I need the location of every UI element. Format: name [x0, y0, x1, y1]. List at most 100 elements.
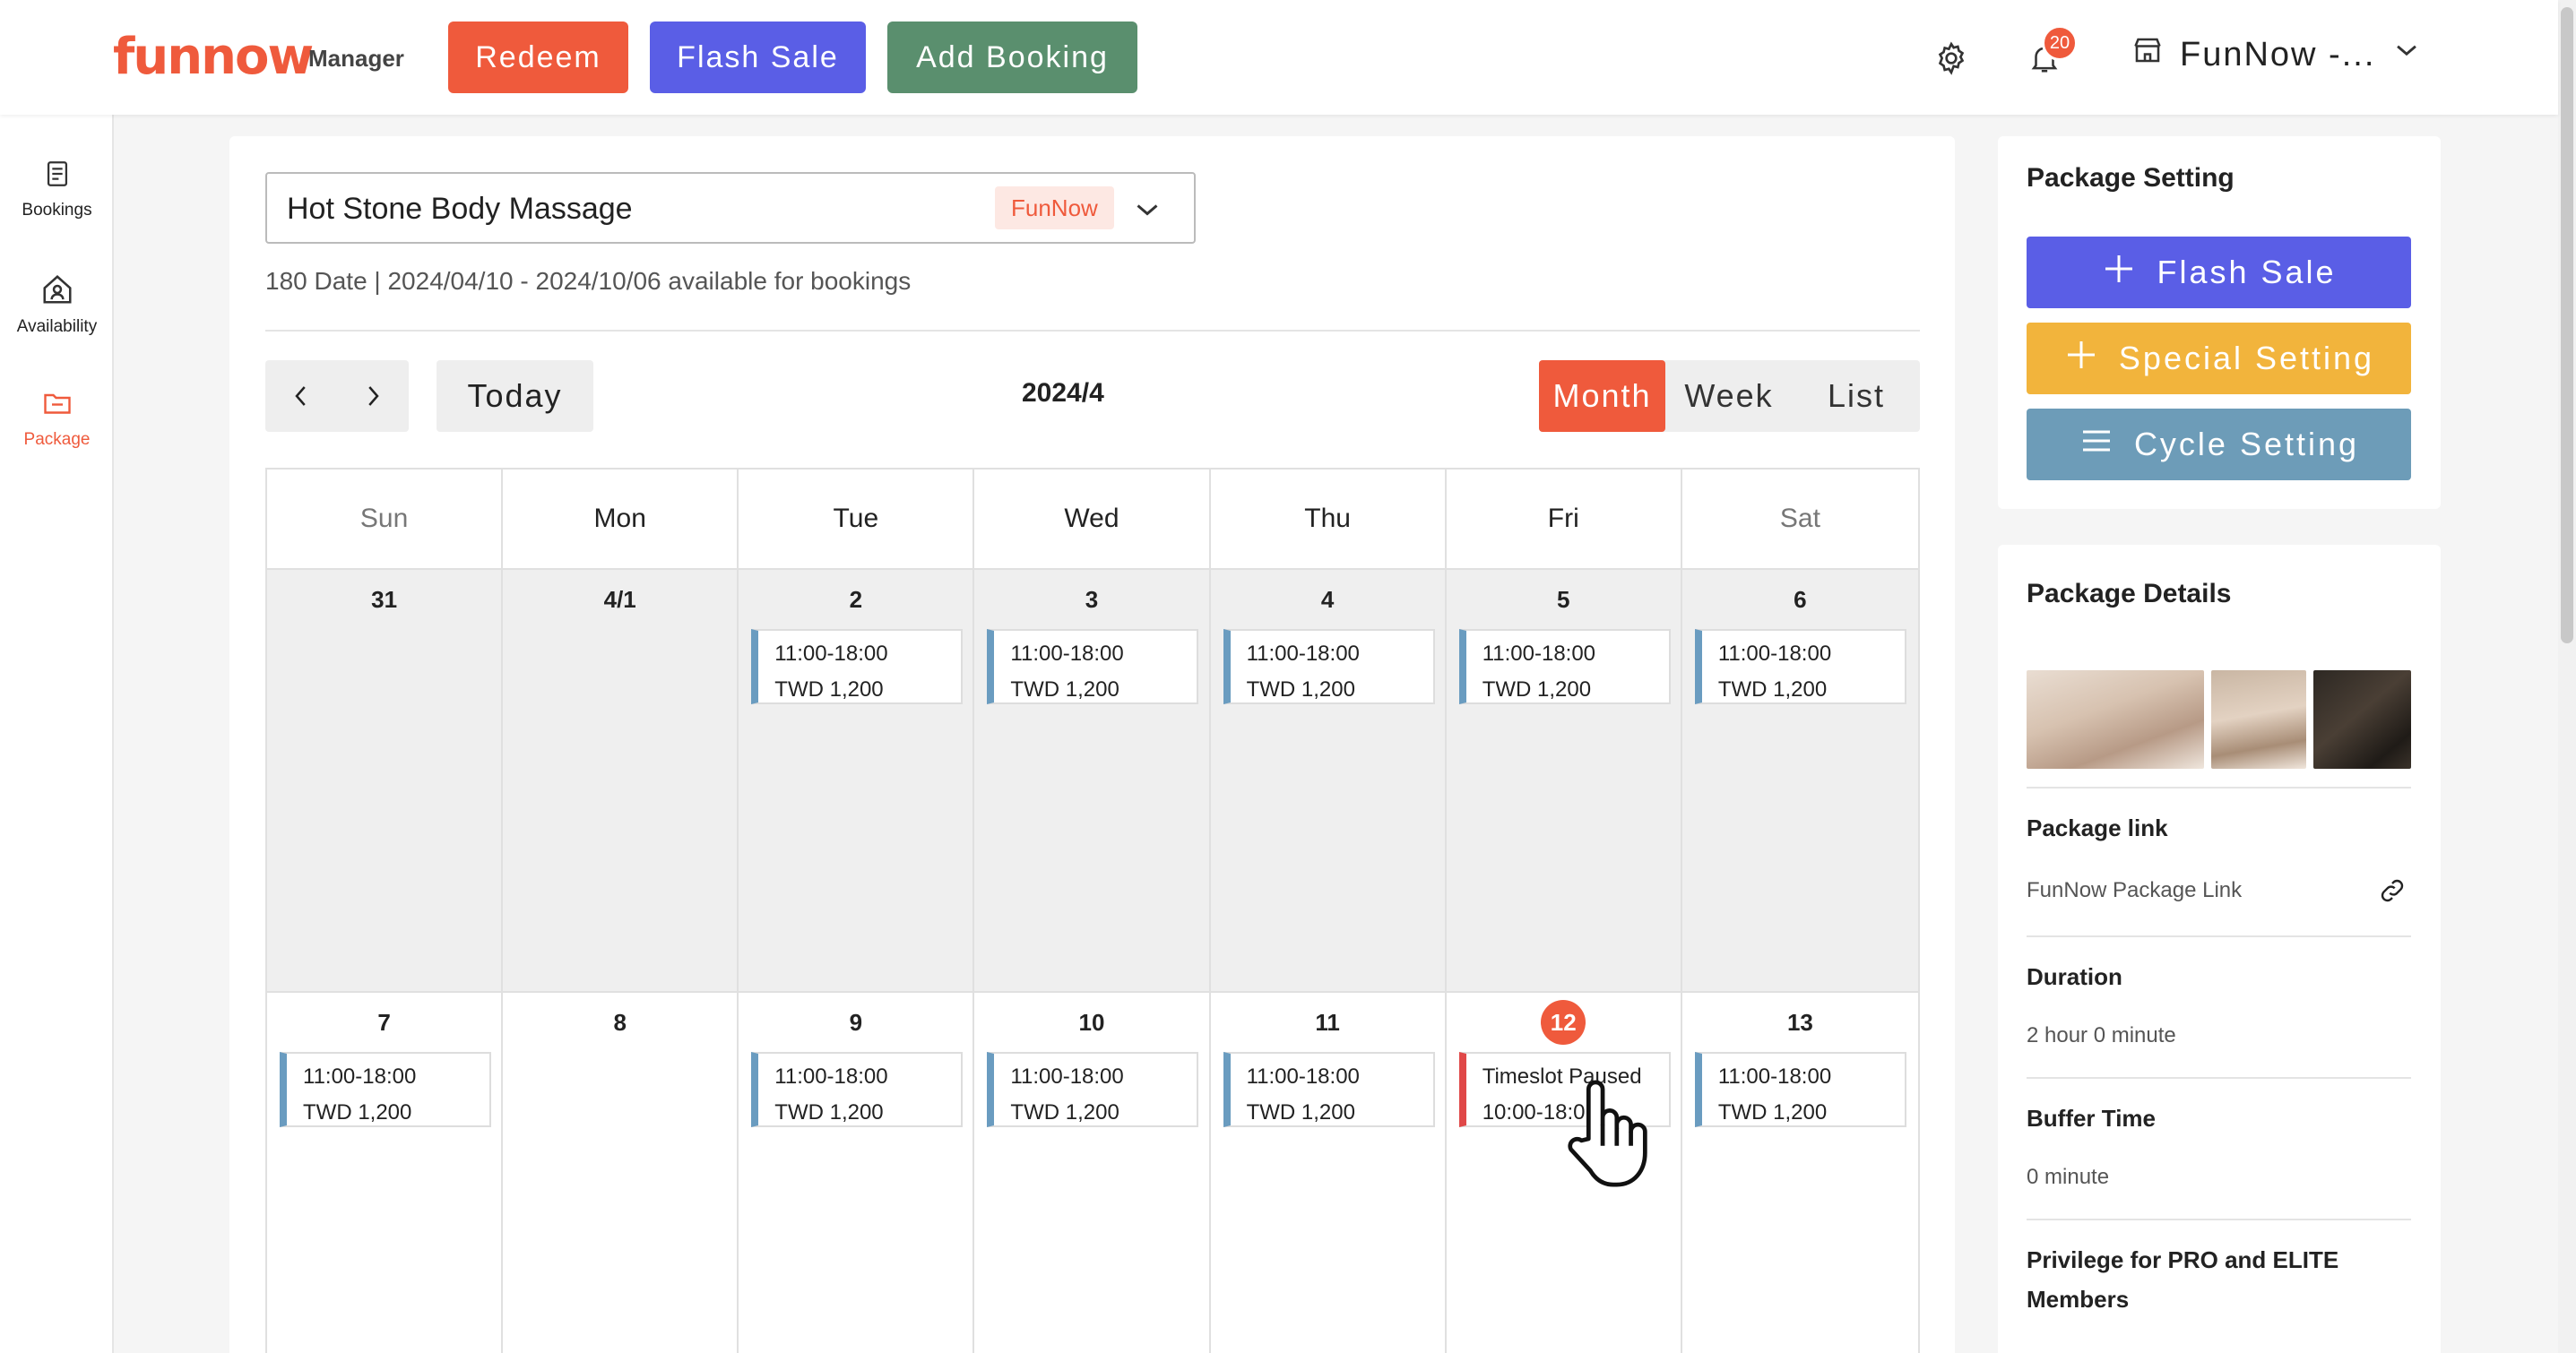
gear-icon[interactable]: [1929, 36, 1974, 81]
divider: [2027, 1219, 2411, 1220]
add-booking-button[interactable]: Add Booking: [887, 22, 1137, 93]
today-date-badge: 12: [1541, 1000, 1586, 1045]
calendar-day-cell[interactable]: 4 11:00-18:00 TWD 1,200: [1210, 568, 1447, 991]
availability-note: 180 Date | 2024/04/10 - 2024/10/06 avail…: [265, 267, 912, 295]
weekday-header: Thu: [1211, 470, 1447, 568]
timeslot-event[interactable]: 11:00-18:00 TWD 1,200: [1223, 1052, 1435, 1127]
timeslot-line: 11:00-18:00: [1717, 642, 1832, 666]
calendar-day-cell[interactable]: 8: [503, 991, 739, 1353]
calendar-day-cell[interactable]: 13 11:00-18:00 TWD 1,200: [1681, 991, 1918, 1353]
weekday-header: Sun: [267, 470, 504, 568]
calendar-day-cell[interactable]: 4/1: [503, 568, 739, 991]
timeslot-event[interactable]: 11:00-18:00 TWD 1,200: [751, 1052, 964, 1127]
day-number: 11: [1315, 1009, 1340, 1036]
calendar-card: Hot Stone Body Massage FunNow 180 Date |…: [229, 136, 1955, 1353]
scrollbar-thumb[interactable]: [2561, 7, 2573, 643]
timeslot-line: TWD 1,200: [1246, 677, 1355, 702]
timeslot-line: 11:00-18:00: [1010, 1064, 1124, 1089]
day-number: 5: [1557, 586, 1570, 613]
notification-badge: 20: [2042, 25, 2078, 61]
package-setting-title: Package Setting: [2027, 163, 2235, 193]
timeslot-line: 11:00-18:00: [303, 1064, 417, 1089]
package-photo[interactable]: [2027, 670, 2204, 769]
redeem-button[interactable]: Redeem: [448, 22, 628, 93]
button-label: Flash Sale: [2157, 254, 2337, 290]
calendar-day-cell[interactable]: 11 11:00-18:00 TWD 1,200: [1210, 991, 1447, 1353]
sidebar-item-availability[interactable]: Availability: [0, 272, 114, 337]
calendar-day-cell[interactable]: 6 11:00-18:00 TWD 1,200: [1681, 568, 1918, 991]
flash-sale-button[interactable]: Flash Sale: [650, 22, 866, 93]
tab-week[interactable]: Week: [1665, 360, 1793, 432]
buffer-time-value: 0 minute: [2027, 1165, 2110, 1189]
page-scrollbar[interactable]: [2558, 0, 2576, 1353]
calendar-day-cell[interactable]: 9 11:00-18:00 TWD 1,200: [739, 991, 975, 1353]
special-setting-button[interactable]: Special Setting: [2027, 323, 2411, 394]
funnow-logo[interactable]: funnow: [113, 30, 314, 84]
timeslot-event[interactable]: 11:00-18:00 TWD 1,200: [1458, 629, 1671, 704]
weekday-header: Fri: [1447, 470, 1682, 568]
sidebar-item-label: Availability: [16, 317, 98, 336]
package-link-text: FunNow Package Link: [2027, 878, 2243, 902]
button-label: Special Setting: [2118, 340, 2375, 376]
day-number: 4/1: [603, 586, 636, 613]
package-setting-card: Package Setting Flash Sale Special Setti…: [1998, 136, 2441, 509]
store-icon: [2131, 34, 2164, 75]
timeslot-line: TWD 1,200: [1482, 677, 1592, 702]
timeslot-line: TWD 1,200: [1010, 1100, 1119, 1125]
timeslot-event[interactable]: 11:00-18:00 TWD 1,200: [987, 629, 1199, 704]
privilege-label: Privilege for PRO and ELITE Members: [2027, 1246, 2339, 1313]
day-number: 31: [371, 586, 398, 613]
weekday-header: Wed: [974, 470, 1211, 568]
chevron-left-icon: [295, 386, 306, 406]
store-selector[interactable]: FunNow -...: [2131, 34, 2422, 75]
timeslot-event[interactable]: 11:00-18:00 TWD 1,200: [1694, 629, 1906, 704]
timeslot-line: TWD 1,200: [774, 1100, 884, 1125]
calendar-nav: [265, 360, 409, 432]
timeslot-event[interactable]: 11:00-18:00 TWD 1,200: [280, 1052, 491, 1127]
today-button[interactable]: Today: [437, 360, 593, 432]
flash-sale-setting-button[interactable]: Flash Sale: [2027, 237, 2411, 308]
calendar-day-cell[interactable]: 3 11:00-18:00 TWD 1,200: [974, 568, 1211, 991]
calendar-day-cell[interactable]: 2 11:00-18:00 TWD 1,200: [739, 568, 975, 991]
package-photo[interactable]: [2211, 670, 2306, 769]
day-number: 8: [613, 1009, 627, 1036]
logo-subtitle: Manager: [308, 45, 404, 72]
package-link-label: Package link: [2027, 814, 2168, 841]
timeslot-line: TWD 1,200: [1246, 1100, 1355, 1125]
calendar-day-cell[interactable]: 7 11:00-18:00 TWD 1,200: [267, 991, 504, 1353]
timeslot-line: 11:00-18:00: [1246, 642, 1360, 666]
package-select[interactable]: Hot Stone Body Massage FunNow: [265, 172, 1196, 244]
timeslot-event[interactable]: 11:00-18:00 TWD 1,200: [751, 629, 964, 704]
package-name: Hot Stone Body Massage: [287, 192, 633, 226]
timeslot-event[interactable]: 11:00-18:00 TWD 1,200: [987, 1052, 1199, 1127]
timeslot-line: 11:00-18:00: [1246, 1064, 1360, 1089]
timeslot-event[interactable]: 11:00-18:00 TWD 1,200: [1694, 1052, 1906, 1127]
timeslot-line: TWD 1,200: [1717, 677, 1828, 702]
calendar-day-cell[interactable]: 31: [267, 568, 504, 991]
cycle-setting-button[interactable]: Cycle Setting: [2027, 409, 2411, 480]
day-number: 10: [1078, 1009, 1105, 1036]
sidebar-item-package[interactable]: Package: [0, 387, 114, 450]
package-platform-tag: FunNow: [995, 186, 1114, 229]
timeslot-event[interactable]: 11:00-18:00 TWD 1,200: [1223, 629, 1435, 704]
timeslot-line: TWD 1,200: [303, 1100, 412, 1125]
folder-icon: [40, 387, 74, 425]
link-icon[interactable]: [2378, 876, 2407, 909]
plus-icon: [2101, 251, 2137, 295]
sidebar-item-label: Bookings: [22, 201, 92, 220]
day-number: 2: [849, 586, 863, 613]
prev-month-button[interactable]: [265, 360, 337, 432]
tab-list[interactable]: List: [1793, 360, 1920, 432]
sidebar-item-bookings[interactable]: Bookings: [0, 158, 114, 220]
weekday-header: Tue: [739, 470, 975, 568]
calendar-day-cell[interactable]: 10 11:00-18:00 TWD 1,200: [974, 991, 1211, 1353]
weekday-header: Mon: [503, 470, 739, 568]
day-number: 6: [1794, 586, 1807, 613]
calendar-day-cell[interactable]: 5 11:00-18:00 TWD 1,200: [1446, 568, 1682, 991]
chevron-right-icon: [368, 386, 379, 406]
tab-month[interactable]: Month: [1539, 360, 1665, 432]
package-photo[interactable]: [2313, 670, 2411, 769]
timeslot-line: 11:00-18:00: [1482, 642, 1596, 666]
timeslot-line: TWD 1,200: [774, 677, 884, 702]
next-month-button[interactable]: [337, 360, 409, 432]
